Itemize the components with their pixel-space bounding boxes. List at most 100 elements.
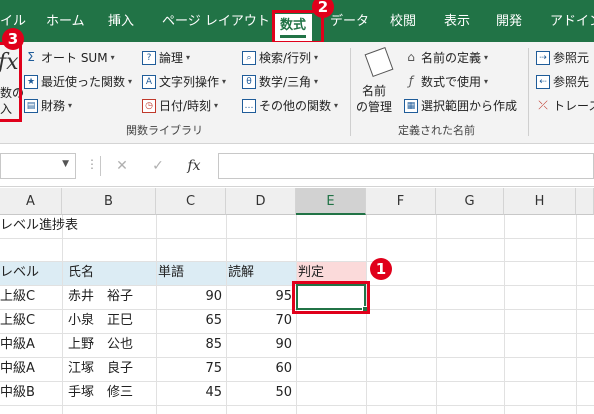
column-header-g[interactable]: G <box>436 188 504 215</box>
tab-data[interactable]: データ <box>330 11 369 33</box>
header-name[interactable]: 氏名 <box>68 261 94 285</box>
define-name-label: 名前の定義 <box>421 51 482 65</box>
name-manager-button[interactable]: 名前 の管理 <box>356 46 402 118</box>
chevron-down-icon: ▾ <box>334 101 339 110</box>
define-name-button[interactable]: ⌂ 名前の定義 ▾ <box>404 48 488 68</box>
datetime-button[interactable]: ◷ 日付/時刻 ▾ <box>142 96 218 116</box>
table-row-vocab[interactable]: 90 <box>156 285 222 309</box>
logical-button[interactable]: ? 論理 ▾ <box>142 48 190 68</box>
table-row-vocab[interactable]: 45 <box>156 381 222 405</box>
logical-icon: ? <box>142 51 156 65</box>
more-functions-button[interactable]: … その他の関数 ▾ <box>242 96 338 116</box>
table-row-reading[interactable]: 70 <box>226 309 292 333</box>
trace-precedents-label: 参照元 <box>553 51 590 65</box>
insert-function-fx-icon[interactable]: fx <box>182 154 206 178</box>
col-line <box>576 215 577 414</box>
column-header-e[interactable]: E <box>296 188 366 215</box>
ribbon-separator <box>350 48 351 136</box>
sheet-title-cell[interactable]: レベル進捗表 <box>0 214 78 238</box>
column-header-b[interactable]: B <box>62 188 156 215</box>
table-row-reading[interactable]: 90 <box>226 333 292 357</box>
table-row-level[interactable]: 上級C <box>0 309 35 333</box>
create-from-selection-button[interactable]: ▦ 選択範囲から作成 <box>404 96 517 116</box>
column-header-h[interactable]: H <box>504 188 576 215</box>
financial-label: 財務 <box>41 99 66 113</box>
chevron-down-icon: ▼ <box>62 159 69 169</box>
table-row-level[interactable]: 中級A <box>0 333 35 357</box>
column-header-d[interactable]: D <box>226 188 296 215</box>
create-from-selection-label: 選択範囲から作成 <box>421 99 518 113</box>
lookup-icon: ⌕ <box>242 51 256 65</box>
lookup-button[interactable]: ⌕ 検索/行列 ▾ <box>242 48 318 68</box>
enter-button[interactable]: ✓ <box>146 154 170 178</box>
tab-developer[interactable]: 開発 <box>496 11 522 33</box>
financial-button[interactable]: ▤ 財務 ▾ <box>24 96 72 116</box>
table-row-vocab[interactable]: 75 <box>156 357 222 381</box>
trace-dependents-button[interactable]: ⇠ 参照先 <box>536 72 589 92</box>
ribbon-separator <box>528 48 529 136</box>
table-row-name[interactable]: 手塚 修三 <box>68 381 133 405</box>
name-manager-label-1: 名前 <box>362 84 387 98</box>
table-row-vocab[interactable]: 65 <box>156 309 222 333</box>
table-row-name[interactable]: 江塚 良子 <box>68 357 133 381</box>
cell-highlight-box <box>292 281 370 314</box>
table-row-name[interactable]: 赤井 裕子 <box>68 285 133 309</box>
chevron-down-icon: ▾ <box>68 101 73 110</box>
table-row-reading[interactable]: 95 <box>226 285 292 309</box>
logical-label: 論理 <box>159 51 184 65</box>
table-row-reading[interactable]: 50 <box>226 381 292 405</box>
autosum-button[interactable]: Σ オート SUM ▾ <box>24 48 114 68</box>
step-badge-1: 1 <box>370 258 392 280</box>
tab-review[interactable]: 校閲 <box>390 11 416 33</box>
datetime-label: 日付/時刻 <box>159 99 212 113</box>
formula-bar-separator <box>100 156 101 176</box>
sigma-icon: Σ <box>27 50 35 64</box>
column-header-f[interactable]: F <box>366 188 436 215</box>
table-row-vocab[interactable]: 85 <box>156 333 222 357</box>
chevron-down-icon: ▾ <box>128 77 133 86</box>
table-row-level[interactable]: 中級A <box>0 357 35 381</box>
worksheet-grid: A B C D E F G H レベル進捗表 レベル 氏名 単語 読解 判定 上… <box>0 188 594 414</box>
tab-addins[interactable]: アドイン <box>550 11 594 33</box>
tab-insert[interactable]: 挿入 <box>108 11 134 33</box>
tag-icon <box>364 46 394 78</box>
header-level[interactable]: レベル <box>0 261 39 285</box>
col-line <box>62 215 63 414</box>
table-row-reading[interactable]: 60 <box>226 357 292 381</box>
use-in-formula-label: 数式で使用 <box>421 75 482 89</box>
math-button[interactable]: θ 数学/三角 ▾ <box>242 72 318 92</box>
use-in-formula-button[interactable]: ƒ 数式で使用 ▾ <box>404 72 488 92</box>
table-row-level[interactable]: 中級B <box>0 381 35 405</box>
table-row-name[interactable]: 小泉 正巳 <box>68 309 133 333</box>
column-header-a[interactable]: A <box>0 188 62 215</box>
name-box[interactable]: ▼ <box>0 153 76 179</box>
chevron-down-icon: ▾ <box>484 77 489 86</box>
column-header-c[interactable]: C <box>156 188 226 215</box>
trace-precedents-icon: ⇢ <box>536 51 550 65</box>
formula-input[interactable] <box>218 153 594 179</box>
tab-view[interactable]: 表示 <box>444 11 470 33</box>
clock-icon: ◷ <box>142 99 156 113</box>
recent-functions-button[interactable]: ★ 最近使った関数 ▾ <box>24 72 132 92</box>
trace-precedents-button[interactable]: ⇢ 参照元 <box>536 48 589 68</box>
table-row-name[interactable]: 上野 公也 <box>68 333 133 357</box>
text-functions-button[interactable]: A 文字列操作 ▾ <box>142 72 226 92</box>
tab-page-layout[interactable]: ページ レイアウト <box>162 11 270 33</box>
column-header-i[interactable] <box>576 188 594 215</box>
math-label: 数学/三角 <box>259 75 312 89</box>
lookup-label: 検索/行列 <box>259 51 312 65</box>
trace-dependents-label: 参照先 <box>553 75 590 89</box>
col-line <box>296 215 297 414</box>
function-library-group-label: 関数ライブラリ <box>126 124 203 137</box>
tag-icon: ⌂ <box>407 50 415 64</box>
cancel-button[interactable]: ✕ <box>110 154 134 178</box>
recent-functions-label: 最近使った関数 <box>41 75 126 89</box>
table-row-level[interactable]: 上級C <box>0 285 35 309</box>
header-reading[interactable]: 読解 <box>228 261 254 285</box>
trace-dependents-icon: ⇠ <box>536 75 550 89</box>
chevron-down-icon: ▾ <box>214 101 219 110</box>
header-vocab[interactable]: 単語 <box>158 261 184 285</box>
drag-handle-icon[interactable]: ⋮ <box>86 157 98 171</box>
tab-home[interactable]: ホーム <box>46 11 85 33</box>
remove-arrows-button[interactable]: ⤫ トレース <box>536 96 594 116</box>
